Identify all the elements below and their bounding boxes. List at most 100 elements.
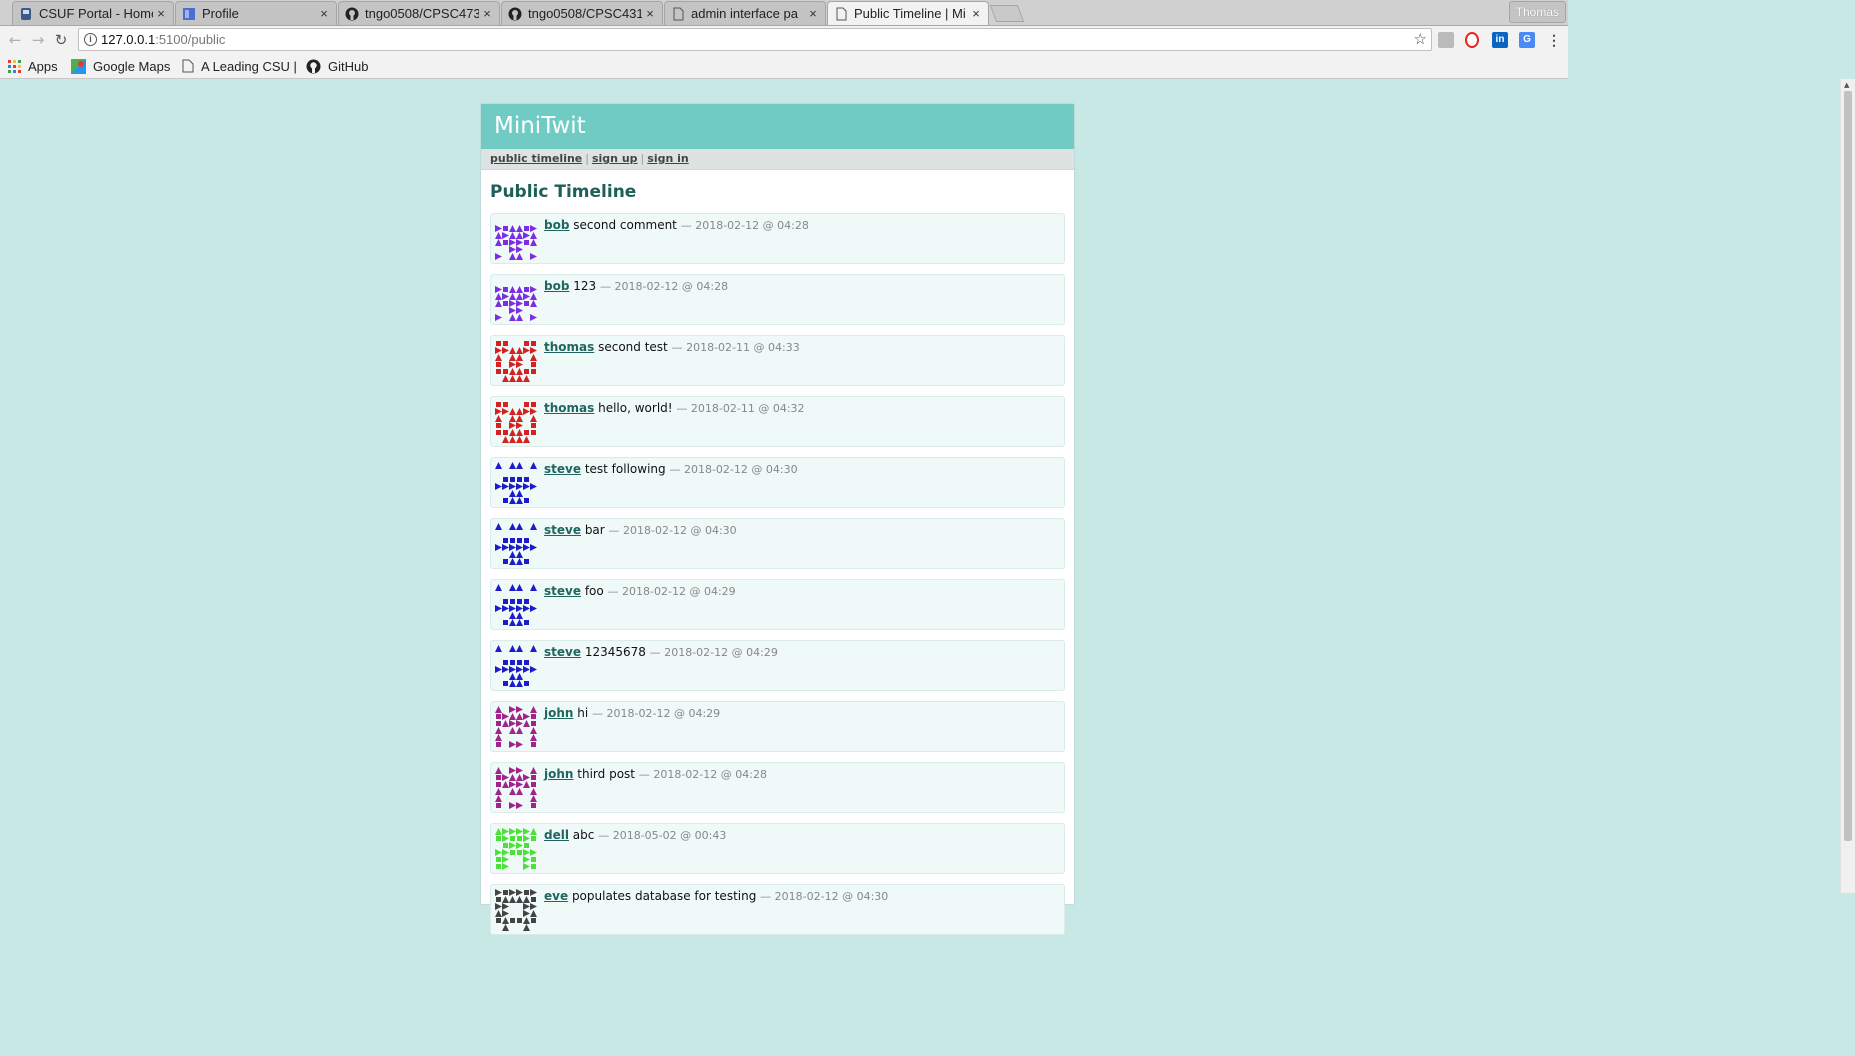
tab-public-timeline[interactable]: Public Timeline | Mi × bbox=[827, 1, 989, 25]
nav-sign-in-link[interactable]: sign in bbox=[647, 152, 688, 165]
message-username-link[interactable]: bob bbox=[544, 218, 569, 232]
tab-title: Profile bbox=[202, 6, 239, 21]
message-username-link[interactable]: thomas bbox=[544, 340, 594, 354]
message-body: hello, world! bbox=[598, 401, 673, 415]
page-icon bbox=[182, 59, 194, 73]
linkedin-icon[interactable]: in bbox=[1492, 32, 1508, 48]
message-username-link[interactable]: steve bbox=[544, 584, 581, 598]
message-item: thomas hello, world! — 2018-02-11 @ 04:3… bbox=[490, 396, 1065, 447]
message-body: 12345678 bbox=[584, 645, 646, 659]
csuf-portal-icon bbox=[19, 7, 33, 21]
message-username-link[interactable]: bob bbox=[544, 279, 569, 293]
message-text: dell abc — 2018-05-02 @ 00:43 bbox=[544, 828, 726, 842]
opera-extension-icon[interactable] bbox=[1465, 32, 1479, 48]
message-username-link[interactable]: steve bbox=[544, 645, 581, 659]
message-text: eve populates database for testing — 201… bbox=[544, 889, 888, 903]
close-tab-icon[interactable]: × bbox=[479, 6, 495, 21]
close-tab-icon[interactable]: × bbox=[153, 6, 169, 21]
message-item: thomas second test — 2018-02-11 @ 04:33 bbox=[490, 335, 1065, 386]
message-date: — 2018-02-12 @ 04:28 bbox=[638, 768, 767, 781]
message-item: steve 12345678 — 2018-02-12 @ 04:29 bbox=[490, 640, 1065, 691]
nav-separator: | bbox=[640, 152, 645, 165]
url-host: 127.0.0.1 bbox=[101, 32, 156, 47]
browser-toolbar: ← → ↻ i 127.0.0.1:5100/public ☆ in G ⋮ bbox=[0, 26, 1568, 53]
new-tab-button[interactable] bbox=[989, 5, 1025, 22]
bookmark-csu[interactable]: A Leading CSU | bbox=[182, 57, 297, 75]
user-avatar-icon bbox=[495, 402, 537, 443]
message-date: — 2018-02-12 @ 04:30 bbox=[669, 463, 798, 476]
site-navigation: public timeline | sign up | sign in bbox=[481, 149, 1074, 170]
message-text: john hi — 2018-02-12 @ 04:29 bbox=[544, 706, 720, 720]
nav-sign-up-link[interactable]: sign up bbox=[592, 152, 638, 165]
page-icon bbox=[834, 7, 848, 21]
close-tab-icon[interactable]: × bbox=[805, 6, 821, 21]
message-item: steve test following — 2018-02-12 @ 04:3… bbox=[490, 457, 1065, 508]
message-body: populates database for testing bbox=[571, 889, 757, 903]
user-avatar-icon bbox=[495, 341, 537, 382]
message-text: steve foo — 2018-02-12 @ 04:29 bbox=[544, 584, 736, 598]
bookmark-github[interactable]: GitHub bbox=[306, 57, 368, 75]
tab-csuf-portal[interactable]: CSUF Portal - Home × bbox=[12, 1, 174, 25]
user-avatar-icon bbox=[495, 706, 537, 748]
close-tab-icon[interactable]: × bbox=[316, 6, 332, 21]
message-text: steve test following — 2018-02-12 @ 04:3… bbox=[544, 462, 798, 476]
minitwit-page: MiniTwit public timeline | sign up | sign in… bbox=[481, 104, 1074, 935]
page-body: Public Timeline bob second comment — 201… bbox=[481, 170, 1074, 935]
tab-title: CSUF Portal - Home bbox=[39, 6, 153, 21]
bookmarks-bar: Apps Google Maps A Leading CSU | GitHub bbox=[0, 53, 1568, 79]
profile-button[interactable]: Thomas bbox=[1508, 1, 1566, 23]
message-username-link[interactable]: steve bbox=[544, 523, 581, 537]
message-username-link[interactable]: dell bbox=[544, 828, 569, 842]
back-icon[interactable]: ← bbox=[5, 30, 25, 50]
message-username-link[interactable]: thomas bbox=[544, 401, 594, 415]
page-heading: Public Timeline bbox=[490, 182, 637, 202]
tab-profile[interactable]: Profile × bbox=[175, 1, 337, 25]
bookmark-apps[interactable]: Apps bbox=[8, 57, 58, 75]
message-body: 123 bbox=[573, 279, 597, 293]
nav-public-timeline-link[interactable]: public timeline bbox=[490, 152, 582, 165]
user-avatar-icon bbox=[495, 767, 537, 809]
bookmark-google-maps[interactable]: Google Maps bbox=[71, 57, 170, 75]
info-icon[interactable]: i bbox=[84, 33, 97, 46]
translate-icon[interactable]: G bbox=[1519, 32, 1535, 48]
close-tab-icon[interactable]: × bbox=[642, 6, 658, 21]
message-item: bob second comment — 2018-02-12 @ 04:28 bbox=[490, 213, 1065, 264]
page-scrollbar[interactable]: ▲ bbox=[1840, 79, 1855, 893]
menu-icon[interactable]: ⋮ bbox=[1546, 32, 1562, 48]
message-body: second comment bbox=[573, 218, 677, 232]
message-text: thomas second test — 2018-02-11 @ 04:33 bbox=[544, 340, 800, 354]
tab-title: admin interface pa bbox=[691, 6, 798, 21]
scrollbar-thumb[interactable] bbox=[1844, 91, 1852, 841]
tab-strip: CSUF Portal - Home × Profile × tngo0508/… bbox=[0, 0, 1568, 26]
nav-separator: | bbox=[585, 152, 589, 165]
message-username-link[interactable]: john bbox=[544, 767, 573, 781]
tab-github-cpsc473[interactable]: tngo0508/CPSC473 × bbox=[338, 1, 500, 25]
close-tab-icon[interactable]: × bbox=[968, 6, 984, 21]
bookmark-label: A Leading CSU | bbox=[201, 58, 297, 74]
address-bar[interactable]: i 127.0.0.1:5100/public ☆ bbox=[78, 28, 1432, 51]
github-icon bbox=[508, 7, 522, 21]
message-body: foo bbox=[584, 584, 604, 598]
reload-icon[interactable]: ↻ bbox=[51, 30, 71, 50]
extension-icon[interactable] bbox=[1438, 32, 1454, 48]
message-date: — 2018-02-11 @ 04:33 bbox=[671, 341, 800, 354]
bookmark-label: GitHub bbox=[328, 58, 369, 74]
user-avatar-icon bbox=[495, 462, 537, 504]
message-date: — 2018-02-12 @ 04:29 bbox=[649, 646, 778, 659]
message-body: hi bbox=[577, 706, 589, 720]
message-item: eve populates database for testing — 201… bbox=[490, 884, 1065, 935]
message-item: john hi — 2018-02-12 @ 04:29 bbox=[490, 701, 1065, 752]
tab-github-cpsc431[interactable]: tngo0508/CPSC431 × bbox=[501, 1, 663, 25]
message-text: steve bar — 2018-02-12 @ 04:30 bbox=[544, 523, 737, 537]
message-text: thomas hello, world! — 2018-02-11 @ 04:3… bbox=[544, 401, 805, 415]
message-body: third post bbox=[577, 767, 635, 781]
forward-icon[interactable]: → bbox=[28, 30, 48, 50]
message-username-link[interactable]: john bbox=[544, 706, 573, 720]
page-icon bbox=[671, 7, 685, 21]
scroll-up-icon[interactable]: ▲ bbox=[1844, 81, 1849, 89]
bookmark-star-icon[interactable]: ☆ bbox=[1414, 29, 1427, 50]
address-url: 127.0.0.1:5100/public bbox=[101, 29, 225, 50]
message-username-link[interactable]: eve bbox=[544, 889, 568, 903]
message-username-link[interactable]: steve bbox=[544, 462, 581, 476]
tab-admin-interface[interactable]: admin interface pa × bbox=[664, 1, 826, 25]
